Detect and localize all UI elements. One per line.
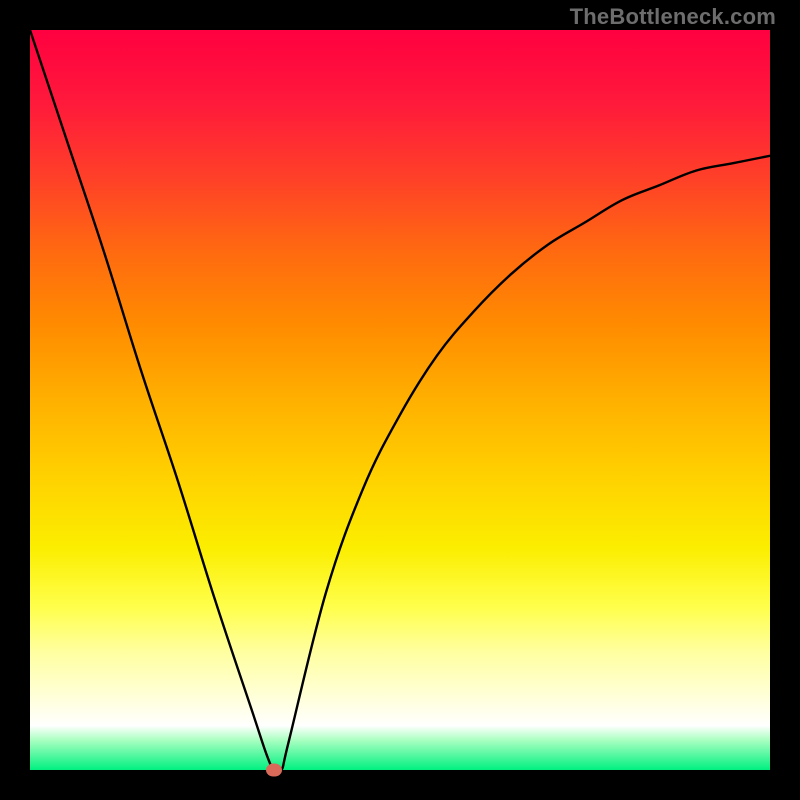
watermark-text: TheBottleneck.com xyxy=(570,4,776,30)
plot-area xyxy=(30,30,770,770)
chart-frame: TheBottleneck.com xyxy=(0,0,800,800)
minimum-marker xyxy=(266,764,282,777)
bottleneck-curve xyxy=(30,30,770,770)
